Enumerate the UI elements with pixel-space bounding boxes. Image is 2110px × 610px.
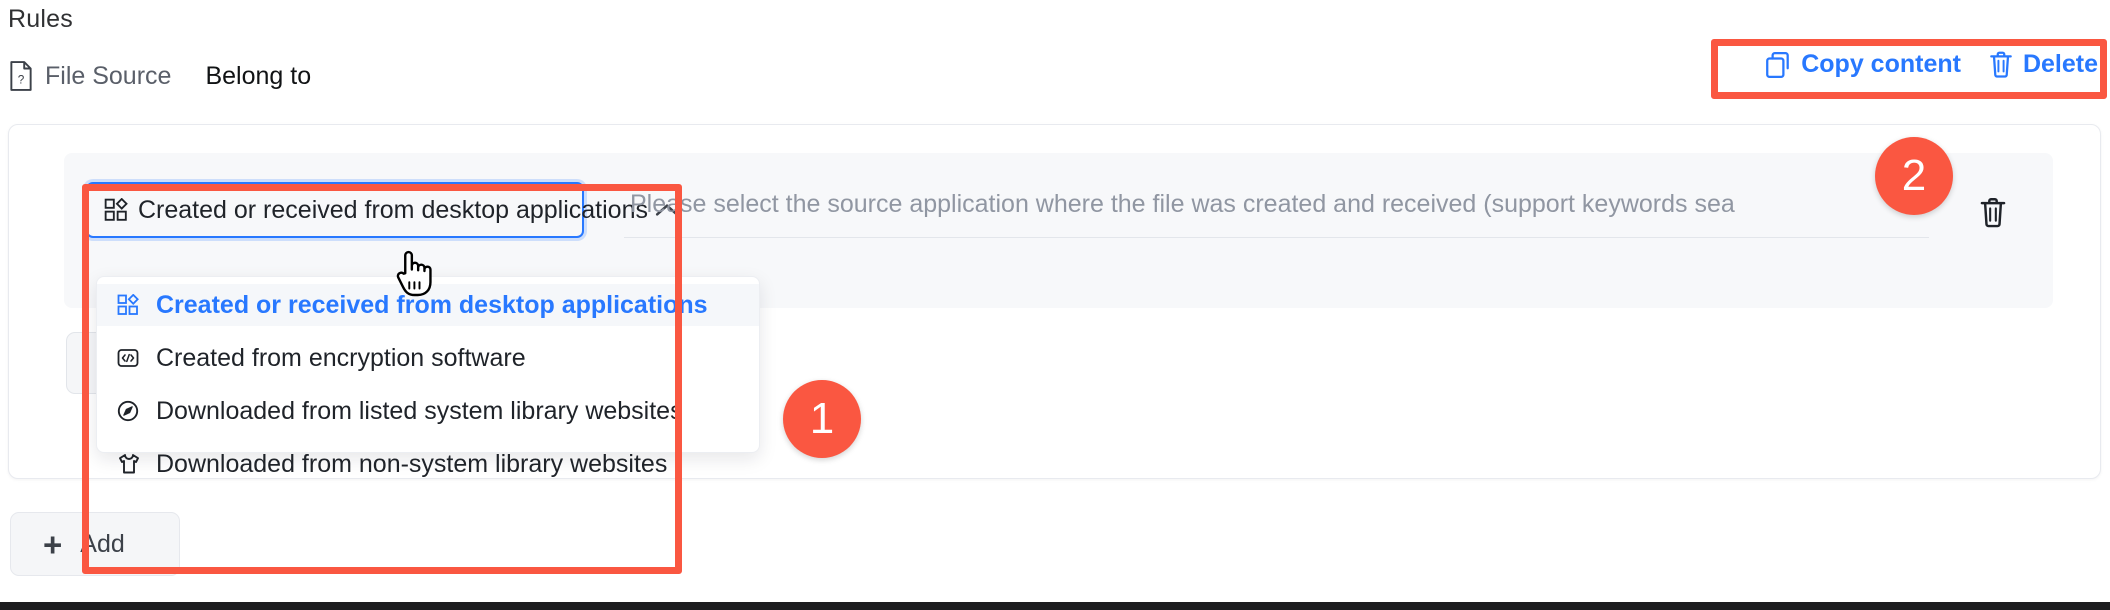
rule-source-select-value: Created or received from desktop applica… — [138, 195, 648, 224]
add-rule-button[interactable]: + Add — [10, 512, 180, 576]
dropdown-spacer — [97, 326, 759, 337]
copy-content-label: Copy content — [1801, 50, 1961, 78]
dropdown-option-label: Downloaded from listed system library we… — [156, 396, 683, 425]
dropdown-option-label: Created or received from desktop applica… — [156, 290, 708, 319]
tab-belong-to-label: Belong to — [205, 61, 312, 90]
dropdown-option-non-system-library[interactable]: Downloaded from non-system library websi… — [97, 443, 759, 485]
tab-file-source-label: File Source — [45, 61, 172, 90]
dropdown-option-encryption-software[interactable]: Created from encryption software — [97, 337, 759, 379]
add-rule-label: Add — [80, 529, 125, 558]
tshirt-icon — [117, 453, 143, 475]
tab-bar: ? File Source Belong to — [8, 58, 311, 94]
rule-source-select-slot: Created or received from desktop applica… — [86, 182, 679, 238]
page-title: Rules — [8, 5, 73, 33]
code-box-icon — [117, 347, 143, 369]
delete-button[interactable]: Delete — [1989, 50, 2098, 79]
copy-content-button[interactable]: Copy content — [1765, 50, 1961, 79]
dropdown-option-listed-system-library[interactable]: Downloaded from listed system library we… — [97, 390, 759, 432]
keyword-input-wrap — [624, 182, 1929, 238]
tab-file-source[interactable]: ? File Source — [8, 61, 171, 91]
dropdown-option-label: Downloaded from non-system library websi… — [156, 449, 668, 478]
rule-source-select[interactable]: Created or received from desktop applica… — [86, 182, 679, 238]
apps-grid-icon — [117, 294, 143, 316]
dropdown-spacer — [97, 432, 759, 443]
screen-root: Rules ? File Source Belong to Copy conte… — [0, 0, 2110, 610]
annotation-badge-1: 1 — [783, 380, 861, 458]
rule-row-delete-icon[interactable] — [1979, 197, 2007, 229]
trash-icon — [1989, 51, 2013, 79]
dropdown-spacer — [97, 379, 759, 390]
annotation-badge-2: 2 — [1875, 137, 1953, 215]
compass-icon — [117, 400, 143, 422]
delete-label: Delete — [2022, 50, 2098, 78]
plus-icon: + — [43, 525, 63, 563]
svg-text:?: ? — [18, 74, 25, 87]
dropdown-option-desktop-applications[interactable]: Created or received from desktop applica… — [97, 284, 759, 326]
dropdown-option-label: Created from encryption software — [156, 343, 526, 372]
apps-grid-icon — [104, 198, 128, 222]
source-options-dropdown: Created or received from desktop applica… — [96, 276, 760, 478]
file-question-icon: ? — [8, 61, 34, 91]
tab-belong-to[interactable]: Belong to — [205, 62, 311, 91]
toolbar-actions: Copy content Delete — [1759, 46, 2104, 83]
copy-icon — [1765, 51, 1791, 79]
page-bottom-edge — [0, 602, 2110, 610]
keyword-search-input[interactable] — [624, 184, 1929, 238]
